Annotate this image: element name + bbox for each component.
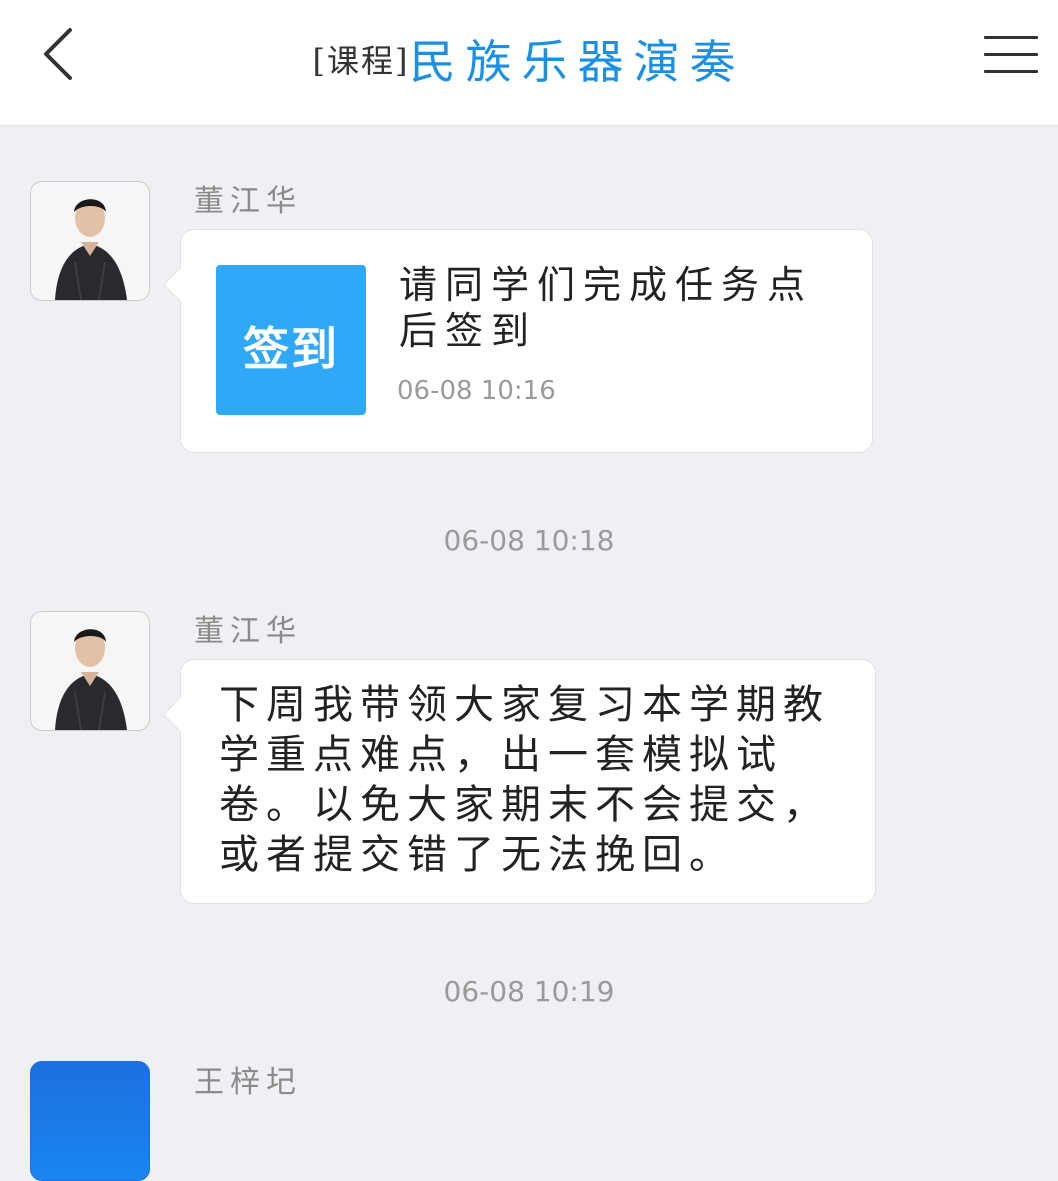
sender-name: 董江华 xyxy=(194,184,302,219)
avatar[interactable] xyxy=(30,1061,150,1181)
sender-name: 王梓圮 xyxy=(194,1065,302,1100)
hamburger-menu-icon xyxy=(984,70,1038,73)
top-bar: [课程]民族乐器演奏 xyxy=(0,0,1058,126)
sender-name: 董江华 xyxy=(194,614,302,649)
title-prefix: [课程] xyxy=(312,42,410,80)
sign-in-message: 请同学们完成任务点后签到 xyxy=(399,263,814,353)
person-photo-icon xyxy=(31,612,149,730)
person-photo-icon xyxy=(31,182,149,300)
bubble-tail xyxy=(162,266,199,303)
bubble-tail xyxy=(162,696,199,733)
hamburger-menu-icon xyxy=(984,36,1038,39)
chat-timestamp: 06-08 10:19 xyxy=(443,975,615,1008)
avatar[interactable] xyxy=(30,611,150,731)
sign-in-tile[interactable]: 签到 xyxy=(216,265,366,415)
menu-button[interactable] xyxy=(974,30,1048,80)
hamburger-menu-icon xyxy=(984,53,1038,56)
page-title: [课程]民族乐器演奏 xyxy=(0,26,1058,92)
message-text: 下周我带领大家复习本学期教学重点难点，出一套模拟试卷。以免大家期末不会提交，或者… xyxy=(219,682,830,878)
message-bubble[interactable]: 下周我带领大家复习本学期教学重点难点，出一套模拟试卷。以免大家期末不会提交，或者… xyxy=(162,659,876,904)
avatar[interactable] xyxy=(30,181,150,301)
sign-in-label: 签到 xyxy=(243,322,339,376)
course-title: 民族乐器演奏 xyxy=(409,35,746,89)
sign-in-card[interactable]: 签到 请同学们完成任务点后签到 06-08 10:16 xyxy=(162,229,873,453)
chat-timestamp: 06-08 10:18 xyxy=(443,524,615,557)
sign-in-time: 06-08 10:16 xyxy=(397,376,556,406)
